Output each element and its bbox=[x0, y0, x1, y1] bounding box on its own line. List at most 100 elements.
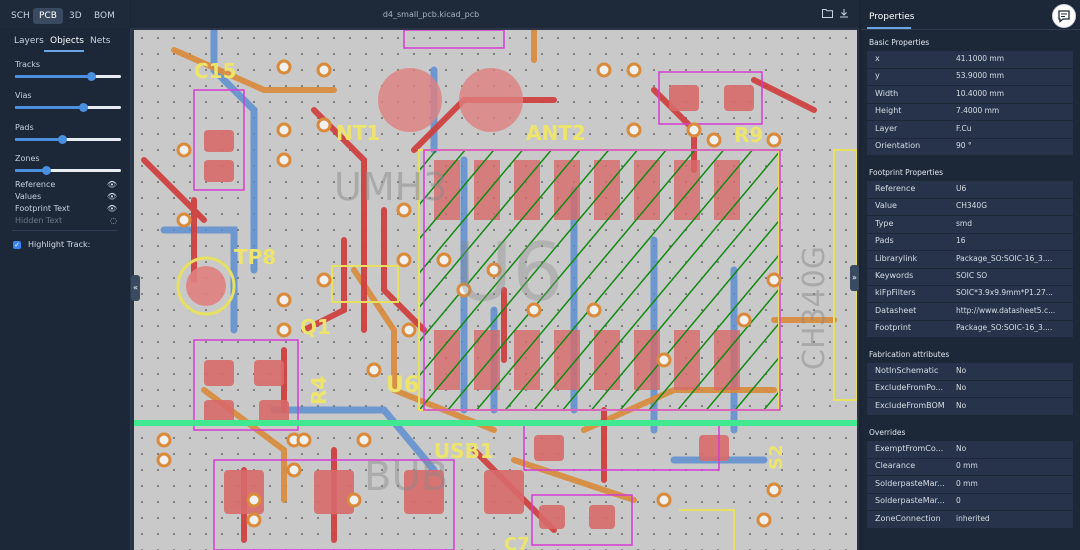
tab-bom[interactable]: BOM bbox=[88, 8, 121, 24]
property-key: NotInSchematic bbox=[875, 366, 939, 375]
pcb-canvas-area: d4_small_pcb.kicad_pcb UMH3 U6 BUB C15 N… bbox=[131, 0, 859, 550]
property-row[interactable]: Orientation 90 ° bbox=[867, 138, 1073, 156]
chat-button[interactable] bbox=[1052, 4, 1076, 28]
fabrication-attributes-table: NotInSchematic No ExcludeFromPo... No Exclud… bbox=[867, 363, 1073, 416]
property-row[interactable]: Keywords SOIC SO bbox=[867, 268, 1073, 286]
properties-tab[interactable]: Properties bbox=[869, 12, 914, 22]
collapse-left-button[interactable]: « bbox=[131, 275, 140, 301]
property-key: y bbox=[875, 71, 880, 81]
property-value: F.Cu bbox=[956, 123, 972, 133]
collapse-right-button[interactable]: » bbox=[850, 265, 859, 291]
slider-handle[interactable] bbox=[58, 135, 68, 144]
property-row[interactable]: Type smd bbox=[867, 216, 1073, 234]
svg-text:U6: U6 bbox=[454, 226, 563, 319]
property-value: 10.4000 mm bbox=[956, 88, 1005, 98]
ref-s2: S2 bbox=[766, 445, 787, 471]
property-row[interactable]: kiFpFilters SOIC*3.9x9.9mm*P1.27... bbox=[867, 285, 1073, 304]
property-key: SolderpasteMar... bbox=[875, 478, 945, 488]
property-row[interactable]: Footprint Package_SO:SOIC-16_3.... bbox=[867, 320, 1073, 339]
vias-slider[interactable] bbox=[15, 103, 121, 112]
visibility-reference[interactable]: Reference 👁 bbox=[15, 180, 117, 189]
folder-icon[interactable] bbox=[822, 8, 833, 21]
file-name: d4_small_pcb.kicad_pcb bbox=[382, 10, 480, 19]
active-tab-indicator bbox=[44, 50, 84, 52]
tab-layers[interactable]: Layers bbox=[14, 36, 44, 46]
property-row[interactable]: Width 10.4000 mm bbox=[867, 86, 1073, 104]
zones-label: Zones bbox=[15, 154, 40, 163]
property-row[interactable]: Clearance 0 mm bbox=[867, 458, 1073, 477]
tab-3d[interactable]: 3D bbox=[63, 8, 88, 24]
property-row[interactable]: ExcludeFromBOM No bbox=[867, 398, 1073, 416]
tab-nets[interactable]: Nets bbox=[90, 36, 111, 46]
ref-r9: R9 bbox=[734, 123, 763, 147]
property-row[interactable]: Value CH340G bbox=[867, 198, 1073, 217]
tab-pcb[interactable]: PCB bbox=[33, 8, 63, 24]
property-row[interactable]: SolderpasteMar... 0 bbox=[867, 493, 1073, 512]
property-key: kiFpFilters bbox=[875, 288, 916, 298]
slider-handle[interactable] bbox=[79, 103, 89, 112]
property-key: ZoneConnection bbox=[875, 513, 941, 523]
eye-icon[interactable]: 👁 bbox=[107, 192, 117, 201]
property-row[interactable]: ExcludeFromPo... No bbox=[867, 380, 1073, 399]
highlight-track-checkbox[interactable]: ✓ bbox=[13, 241, 21, 249]
ref-ch340g: CH340G bbox=[797, 246, 832, 370]
property-key: Type bbox=[875, 218, 894, 228]
eye-slash-icon[interactable]: ◌ bbox=[110, 216, 117, 225]
visibility-label: Reference bbox=[15, 180, 56, 189]
property-row[interactable]: Librarylink Package_SO:SOIC-16_3.... bbox=[867, 251, 1073, 269]
property-row[interactable]: ZoneConnection inherited bbox=[867, 511, 1073, 529]
properties-panel: Properties Basic Properties x 41.1000 mm y… bbox=[861, 0, 1080, 550]
property-row[interactable]: ExemptFromCo... No bbox=[867, 441, 1073, 459]
pcb-board-view[interactable]: UMH3 U6 BUB C15 NT1 ANT2 R9 TP8 Q1 R4 U6… bbox=[134, 30, 857, 550]
slider-fill bbox=[15, 138, 63, 141]
section-basic-properties: Basic Properties bbox=[869, 38, 930, 47]
property-value: No bbox=[956, 366, 967, 375]
property-key: Keywords bbox=[875, 271, 914, 280]
chat-icon bbox=[1058, 10, 1070, 23]
property-key: ExcludeFromBOM bbox=[875, 400, 945, 410]
property-row[interactable]: Pads 16 bbox=[867, 233, 1073, 252]
visibility-label: Hidden Text bbox=[15, 216, 63, 225]
visibility-label: Values bbox=[15, 192, 42, 201]
visibility-footprint-text[interactable]: Footprint Text 👁 bbox=[15, 204, 117, 213]
visibility-hidden-text[interactable]: Hidden Text ◌ bbox=[15, 216, 117, 225]
property-key: Datasheet bbox=[875, 305, 917, 315]
property-row[interactable]: Datasheet http://www.datasheet5.c... bbox=[867, 303, 1073, 321]
slider-handle[interactable] bbox=[86, 72, 96, 81]
visibility-values[interactable]: Values 👁 bbox=[15, 192, 117, 201]
ref-c15: C15 bbox=[194, 59, 237, 83]
pcb-drawing[interactable]: UMH3 U6 BUB C15 NT1 ANT2 R9 TP8 Q1 R4 U6… bbox=[134, 30, 857, 550]
property-row[interactable]: x 41.1000 mm bbox=[867, 51, 1073, 69]
property-row[interactable]: Height 7.4000 mm bbox=[867, 103, 1073, 122]
property-row[interactable]: SolderpasteMar... 0 mm bbox=[867, 476, 1073, 494]
vias-label: Vias bbox=[15, 91, 32, 100]
property-row[interactable]: Layer F.Cu bbox=[867, 121, 1073, 139]
overrides-table: ExemptFromCo... No Clearance 0 mm Solderpast… bbox=[867, 441, 1073, 529]
zones-slider[interactable] bbox=[15, 166, 121, 175]
divider bbox=[12, 230, 118, 231]
tracks-slider[interactable] bbox=[15, 72, 121, 81]
property-row[interactable]: NotInSchematic No bbox=[867, 363, 1073, 381]
property-row[interactable]: y 53.9000 mm bbox=[867, 68, 1073, 87]
property-value: SOIC SO bbox=[956, 271, 988, 280]
ref-c7: C7 bbox=[504, 534, 530, 550]
tab-objects[interactable]: Objects bbox=[50, 36, 84, 46]
property-key: Reference bbox=[875, 184, 916, 193]
property-value: 0 mm bbox=[956, 461, 978, 471]
eye-icon[interactable]: 👁 bbox=[107, 204, 117, 213]
download-icon[interactable] bbox=[839, 8, 849, 21]
eye-icon[interactable]: 👁 bbox=[107, 180, 117, 189]
tab-sch[interactable]: SCH bbox=[5, 8, 36, 24]
property-value: No bbox=[956, 383, 967, 393]
pads-slider[interactable] bbox=[15, 135, 121, 144]
section-fabrication-attributes: Fabrication attributes bbox=[869, 350, 950, 359]
property-value: smd bbox=[956, 218, 972, 228]
property-key: Clearance bbox=[875, 461, 916, 471]
ref-usb1: USB1 bbox=[434, 439, 494, 463]
slider-handle[interactable] bbox=[42, 166, 52, 175]
visibility-label: Footprint Text bbox=[15, 204, 70, 213]
property-row[interactable]: Reference U6 bbox=[867, 181, 1073, 199]
property-key: ExcludeFromPo... bbox=[875, 383, 944, 393]
view-tab-bar: SCH PCB 3D BOM bbox=[0, 0, 130, 28]
property-value: CH340G bbox=[956, 201, 988, 211]
